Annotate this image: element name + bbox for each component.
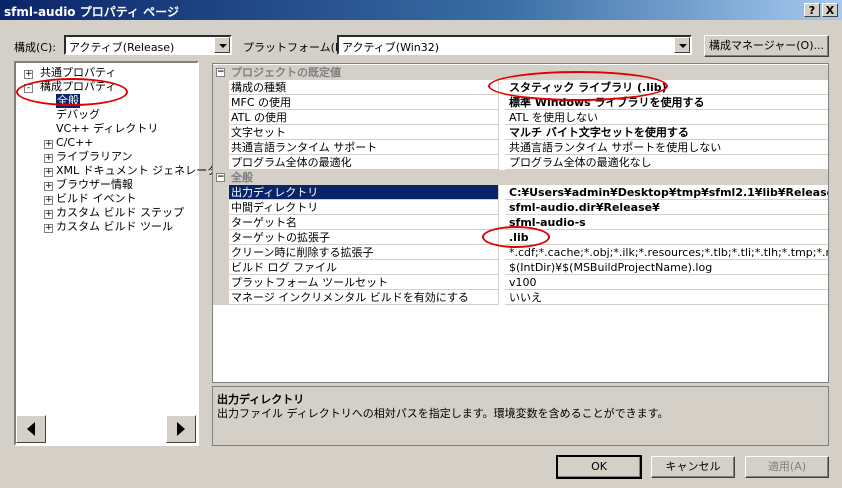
property-value[interactable]: *.cdf;*.cache;*.obj;*.ilk;*.resources;*.… bbox=[505, 245, 828, 260]
expand-plus-icon[interactable]: + bbox=[24, 70, 33, 79]
tree-item-custom-build-tool[interactable]: カスタム ビルド ツール bbox=[56, 220, 173, 234]
property-row[interactable]: ATL の使用 ATL を使用しない bbox=[213, 110, 828, 125]
property-value[interactable]: $(IntDir)¥$(MSBuildProjectName).log bbox=[505, 260, 828, 275]
property-row[interactable]: 構成の種類 スタティック ライブラリ (.lib) bbox=[213, 80, 828, 95]
collapse-minus-icon[interactable]: − bbox=[216, 68, 225, 77]
expand-plus-icon[interactable]: + bbox=[44, 182, 53, 191]
tree-item-browser-info[interactable]: ブラウザー情報 bbox=[56, 178, 133, 192]
property-value[interactable]: プログラム全体の最適化なし bbox=[505, 155, 828, 170]
tree-item-cpp[interactable]: C/C++ bbox=[56, 136, 94, 150]
property-value[interactable]: 標準 Windows ライブラリを使用する bbox=[505, 95, 828, 110]
property-name: 文字セット bbox=[229, 125, 499, 140]
tree-horizontal-scrollbar[interactable] bbox=[16, 415, 196, 443]
property-row[interactable]: ターゲット名 sfml-audio-s bbox=[213, 215, 828, 230]
ok-button[interactable]: OK bbox=[556, 455, 642, 479]
property-name: マネージ インクリメンタル ビルドを有効にする bbox=[229, 290, 499, 305]
tree-item-general[interactable]: 全般 bbox=[56, 94, 80, 108]
tree-item-custom-build-step[interactable]: カスタム ビルド ステップ bbox=[56, 206, 184, 220]
property-name: ビルド ログ ファイル bbox=[229, 260, 499, 275]
config-manager-button[interactable]: 構成マネージャー(O)... bbox=[704, 35, 829, 57]
expand-plus-icon[interactable]: + bbox=[44, 210, 53, 219]
property-row[interactable]: クリーン時に削除する拡張子 *.cdf;*.cache;*.obj;*.ilk;*… bbox=[213, 245, 828, 260]
config-dropdown[interactable]: アクティブ(Release) bbox=[64, 35, 232, 55]
expand-plus-icon[interactable]: + bbox=[44, 224, 53, 233]
property-row[interactable]: 中間ディレクトリ sfml-audio.dir¥Release¥ bbox=[213, 200, 828, 215]
property-name: 出力ディレクトリ bbox=[229, 185, 499, 200]
property-row[interactable]: マネージ インクリメンタル ビルドを有効にする いいえ bbox=[213, 290, 828, 305]
property-name: プログラム全体の最適化 bbox=[229, 155, 499, 170]
tree-item-config-props[interactable]: 構成プロパティ bbox=[40, 80, 116, 94]
property-name: ターゲット名 bbox=[229, 215, 499, 230]
platform-value: アクティブ(Win32) bbox=[342, 41, 440, 54]
tree-item-xml-doc[interactable]: XML ドキュメント ジェネレーター bbox=[56, 164, 229, 178]
property-value[interactable]: スタティック ライブラリ (.lib) bbox=[505, 80, 828, 95]
property-name: 構成の種類 bbox=[229, 80, 499, 95]
property-value[interactable]: ATL を使用しない bbox=[505, 110, 828, 125]
arrow-right-icon bbox=[177, 422, 185, 436]
scroll-right-button[interactable] bbox=[166, 415, 196, 443]
property-row[interactable]: プラットフォーム ツールセット v100 bbox=[213, 275, 828, 290]
platform-label: プラットフォーム(P): bbox=[243, 41, 350, 54]
platform-dropdown[interactable]: アクティブ(Win32) bbox=[337, 35, 692, 55]
property-name: プラットフォーム ツールセット bbox=[229, 275, 499, 290]
property-name: ATL の使用 bbox=[229, 110, 499, 125]
property-value[interactable]: C:¥Users¥admin¥Desktop¥tmp¥sfml2.1¥lib¥R… bbox=[505, 185, 828, 200]
chevron-down-icon[interactable] bbox=[674, 37, 690, 53]
tree-item-debug[interactable]: デバッグ bbox=[56, 108, 100, 122]
arrow-left-icon bbox=[27, 422, 35, 436]
property-row[interactable]: MFC の使用 標準 Windows ライブラリを使用する bbox=[213, 95, 828, 110]
close-button[interactable]: X bbox=[822, 3, 838, 17]
property-tree[interactable]: + 共通プロパティ - 構成プロパティ 全般 デバッグ VC++ ディレクトリ … bbox=[14, 61, 229, 446]
category-label: プロジェクトの既定値 bbox=[231, 66, 341, 79]
category-row[interactable]: − プロジェクトの既定値 bbox=[213, 65, 828, 80]
property-row[interactable]: プログラム全体の最適化 プログラム全体の最適化なし bbox=[213, 155, 828, 170]
apply-button[interactable]: 適用(A) bbox=[745, 456, 829, 478]
config-label: 構成(C): bbox=[14, 41, 56, 54]
tree-item-build-events[interactable]: ビルド イベント bbox=[56, 192, 137, 206]
tree-item-common-props[interactable]: 共通プロパティ bbox=[40, 66, 116, 80]
property-value[interactable]: sfml-audio-s bbox=[505, 215, 828, 230]
tree-item-vc-dirs[interactable]: VC++ ディレクトリ bbox=[56, 122, 158, 136]
expand-plus-icon[interactable]: + bbox=[44, 154, 53, 163]
property-name: 中間ディレクトリ bbox=[229, 200, 499, 215]
description-panel: 出力ディレクトリ 出力ファイル ディレクトリへの相対パスを指定します。環境変数を… bbox=[212, 386, 829, 446]
category-label: 全般 bbox=[231, 171, 253, 184]
property-name: ターゲットの拡張子 bbox=[229, 230, 499, 245]
property-value[interactable]: .lib bbox=[505, 230, 828, 245]
property-row[interactable]: ビルド ログ ファイル $(IntDir)¥$(MSBuildProjectNam… bbox=[213, 260, 828, 275]
property-name: クリーン時に削除する拡張子 bbox=[229, 245, 499, 260]
expand-plus-icon[interactable]: + bbox=[44, 140, 53, 149]
property-value[interactable]: sfml-audio.dir¥Release¥ bbox=[505, 200, 828, 215]
property-value[interactable]: v100 bbox=[505, 275, 828, 290]
property-row[interactable]: ターゲットの拡張子 .lib bbox=[213, 230, 828, 245]
scroll-left-button[interactable] bbox=[16, 415, 46, 443]
tree-item-librarian[interactable]: ライブラリアン bbox=[56, 150, 133, 164]
config-value: アクティブ(Release) bbox=[69, 41, 175, 54]
property-name: MFC の使用 bbox=[229, 95, 499, 110]
property-row[interactable]: 文字セット マルチ バイト文字セットを使用する bbox=[213, 125, 828, 140]
chevron-down-icon[interactable] bbox=[214, 37, 230, 53]
property-grid[interactable]: − プロジェクトの既定値 構成の種類 スタティック ライブラリ (.lib) MF… bbox=[212, 63, 829, 383]
cancel-button[interactable]: キャンセル bbox=[651, 456, 735, 478]
property-value[interactable]: いいえ bbox=[505, 290, 828, 305]
help-button[interactable]: ? bbox=[804, 3, 820, 17]
property-name: 共通言語ランタイム サポート bbox=[229, 140, 499, 155]
description-text: 出力ファイル ディレクトリへの相対パスを指定します。環境変数を含めることができま… bbox=[217, 407, 669, 420]
property-row[interactable]: 共通言語ランタイム サポート 共通言語ランタイム サポートを使用しない bbox=[213, 140, 828, 155]
window-title: sfml-audio プロパティ ページ bbox=[4, 5, 179, 19]
property-value[interactable]: マルチ バイト文字セットを使用する bbox=[505, 125, 828, 140]
property-value[interactable]: 共通言語ランタイム サポートを使用しない bbox=[505, 140, 828, 155]
category-row[interactable]: − 全般 bbox=[213, 170, 828, 185]
collapse-minus-icon[interactable]: - bbox=[24, 84, 33, 93]
collapse-minus-icon[interactable]: − bbox=[216, 173, 225, 182]
expand-plus-icon[interactable]: + bbox=[44, 196, 53, 205]
property-row[interactable]: 出力ディレクトリ C:¥Users¥admin¥Desktop¥tmp¥sfml2… bbox=[213, 185, 828, 200]
title-bar: sfml-audio プロパティ ページ ? X bbox=[0, 0, 842, 20]
expand-plus-icon[interactable]: + bbox=[44, 168, 53, 177]
